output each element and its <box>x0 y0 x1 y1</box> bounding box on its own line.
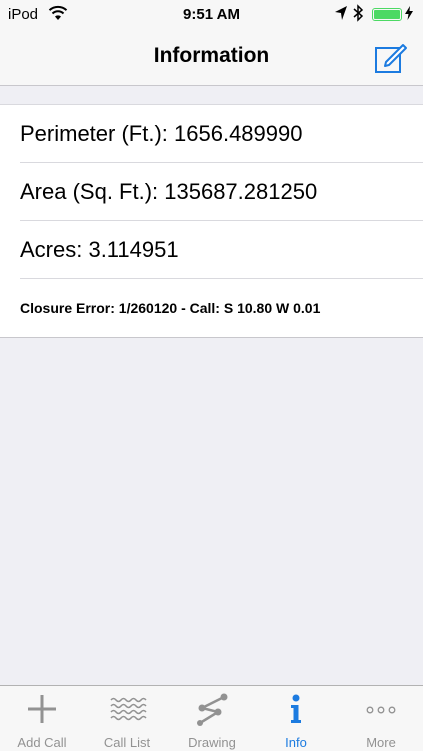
list-item: Closure Error: 1/260120 - Call: S 10.80 … <box>0 279 423 337</box>
tab-bar: Add Call Call List Drawing Info More <box>0 685 423 751</box>
closure-error-text: Closure Error: 1/260120 - Call: S 10.80 … <box>20 300 321 316</box>
tab-label: Call List <box>103 735 151 750</box>
compose-button[interactable] <box>372 38 410 76</box>
tab-label: Drawing <box>188 735 236 750</box>
more-icon <box>366 706 396 714</box>
page-title: Information <box>153 44 270 67</box>
tab-more[interactable]: More <box>339 686 423 751</box>
list-item: Acres: 3.114951 <box>0 221 423 279</box>
area-text: Area (Sq. Ft.): 135687.281250 <box>20 179 318 204</box>
perimeter-text: Perimeter (Ft.): 1656.489990 <box>20 121 303 146</box>
tab-drawing[interactable]: Drawing <box>170 686 254 751</box>
battery-icon <box>372 8 402 21</box>
charging-bolt-icon <box>405 6 413 24</box>
location-arrow-icon <box>334 5 348 25</box>
tab-label: Info <box>285 735 307 750</box>
plus-icon <box>28 695 56 723</box>
tab-call-list[interactable]: Call List <box>85 686 169 751</box>
tab-label: More <box>366 735 396 750</box>
info-icon <box>291 694 301 723</box>
tab-add-call[interactable]: Add Call <box>0 686 84 751</box>
bluetooth-icon <box>352 4 364 26</box>
compose-icon <box>375 44 407 73</box>
list-item: Area (Sq. Ft.): 135687.281250 <box>0 163 423 221</box>
info-list: Perimeter (Ft.): 1656.489990 Area (Sq. F… <box>0 104 423 338</box>
drawing-icon <box>197 693 228 726</box>
navigation-bar: Information <box>0 30 423 86</box>
acres-text: Acres: 3.114951 <box>20 237 179 262</box>
tab-label: Add Call <box>17 735 67 750</box>
tab-info[interactable]: Info <box>254 686 338 751</box>
list-item: Perimeter (Ft.): 1656.489990 <box>0 105 423 163</box>
wavy-lines-icon <box>110 697 147 721</box>
status-bar: iPod 9:51 AM <box>0 0 423 30</box>
